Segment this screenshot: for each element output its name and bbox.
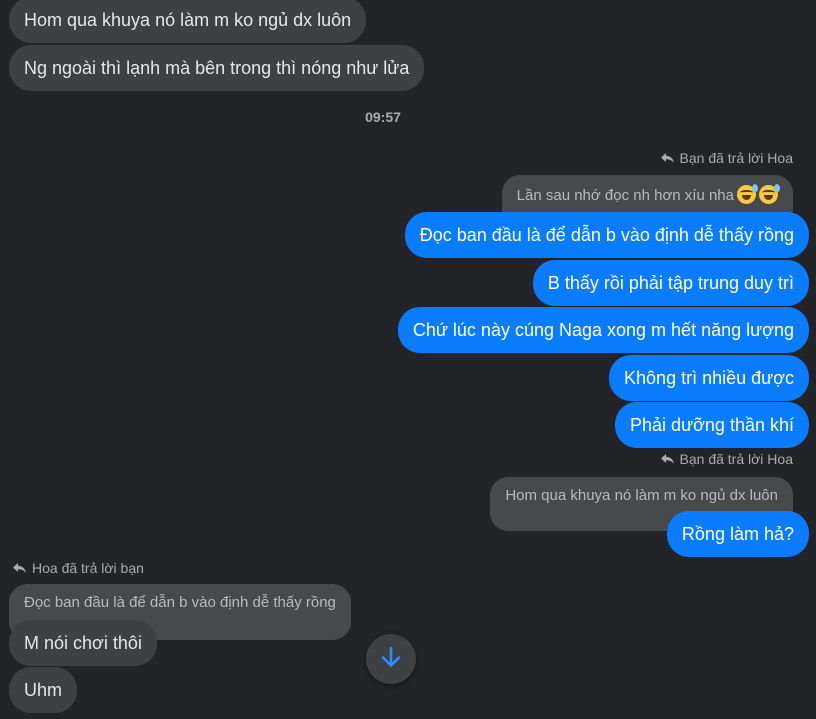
- scroll-to-bottom-button[interactable]: [366, 634, 416, 684]
- quoted-message-text: Lần sau nhớ đọc nh hơn xíu nha: [516, 187, 734, 204]
- reply-indicator-label: Hoa đã trả lời bạn: [32, 560, 144, 576]
- outgoing-message[interactable]: Chứ lúc này cúng Naga xong m hết năng lư…: [397, 307, 809, 353]
- outgoing-message[interactable]: Rồng làm hả?: [666, 511, 809, 557]
- incoming-message[interactable]: Ng ngoài thì lạnh mà bên trong thì nóng …: [9, 45, 425, 91]
- reply-indicator-label: Bạn đã trả lời Hoa: [679, 150, 793, 166]
- sweat-smile-emoji: [737, 184, 758, 204]
- reply-indicator-label: Bạn đã trả lời Hoa: [679, 451, 793, 467]
- sweat-smile-emoji: [759, 184, 780, 204]
- reply-indicator: Hoa đã trả lời bạn: [12, 560, 144, 576]
- outgoing-message[interactable]: Không trì nhiều được: [609, 355, 809, 401]
- incoming-message[interactable]: Uhm: [9, 667, 78, 713]
- chat-thread: Hom qua khuya nó làm m ko ngủ dx luôn Ng…: [0, 0, 816, 719]
- outgoing-message[interactable]: B thấy rồi phải tập trung duy trì: [532, 260, 809, 306]
- outgoing-message[interactable]: Phải dưỡng thần khí: [615, 402, 809, 448]
- reply-arrow-icon: [12, 562, 27, 574]
- reply-arrow-icon: [660, 453, 675, 465]
- outgoing-message[interactable]: Đọc ban đầu là để dẫn b vào định dễ thấy…: [404, 212, 809, 258]
- arrow-down-icon: [380, 645, 402, 674]
- reply-indicator: Bạn đã trả lời Hoa: [660, 451, 793, 467]
- reply-indicator: Bạn đã trả lời Hoa: [660, 150, 793, 166]
- message-timestamp: 09:57: [365, 109, 401, 125]
- reply-arrow-icon: [660, 152, 675, 164]
- incoming-message[interactable]: M nói chơi thôi: [9, 620, 157, 666]
- incoming-message[interactable]: Hom qua khuya nó làm m ko ngủ dx luôn: [9, 0, 367, 43]
